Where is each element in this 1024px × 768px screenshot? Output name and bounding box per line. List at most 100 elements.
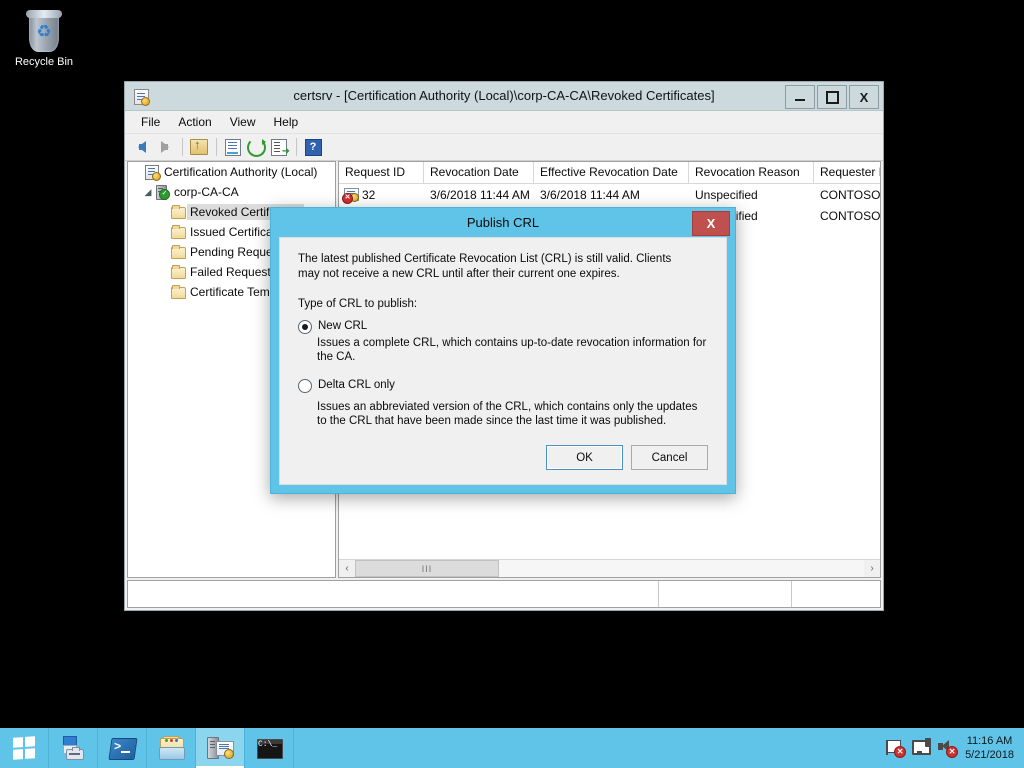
revoked-certificate-icon: ✕: [342, 187, 359, 204]
list-header: Request ID Revocation Date Effective Rev…: [339, 162, 880, 184]
window-titlebar[interactable]: certsrv - [Certification Authority (Loca…: [125, 82, 883, 111]
command-prompt-icon: C:\_: [255, 735, 283, 761]
status-pane-tertiary: [792, 581, 880, 607]
folder-icon: [170, 244, 186, 260]
column-header-requester-name[interactable]: Requester Name: [814, 162, 880, 183]
folder-icon: [170, 264, 186, 280]
tree-item-label: Failed Requests: [190, 265, 277, 279]
taskbar-server-manager[interactable]: [49, 728, 98, 768]
dialog-body: The latest published Certificate Revocat…: [279, 237, 727, 485]
maximize-button[interactable]: [817, 85, 847, 109]
radio-option-delta-crl[interactable]: Delta CRL only: [298, 378, 708, 393]
tree-item-label: Certification Authority (Local): [164, 165, 318, 179]
scroll-right-icon[interactable]: ›: [864, 560, 880, 577]
desktop-icon-recycle-bin[interactable]: ♻ Recycle Bin: [4, 8, 84, 69]
menu-action[interactable]: Action: [170, 112, 219, 132]
folder-icon: [170, 224, 186, 240]
properties-icon[interactable]: [222, 136, 244, 158]
ok-button[interactable]: OK: [546, 445, 623, 470]
taskbar-file-explorer[interactable]: [147, 728, 196, 768]
start-button[interactable]: [0, 728, 49, 768]
export-list-icon[interactable]: [268, 136, 290, 158]
menu-view[interactable]: View: [222, 112, 264, 132]
cell-revocation-date: 3/6/2018 11:44 AM: [430, 187, 530, 202]
cancel-button[interactable]: Cancel: [631, 445, 708, 470]
volume-muted-icon[interactable]: ✕: [935, 736, 959, 760]
taskbar-clock[interactable]: 11:16 AM 5/21/2018: [961, 734, 1016, 762]
publish-crl-dialog: Publish CRL X The latest published Certi…: [270, 207, 736, 494]
dialog-close-button[interactable]: X: [692, 211, 730, 236]
toolbar-separator: [216, 138, 217, 156]
forward-arrow-icon[interactable]: [154, 136, 176, 158]
network-icon[interactable]: [909, 736, 933, 760]
scroll-left-icon[interactable]: ‹: [339, 560, 355, 577]
cell-requester-name: CONTOSO\: [820, 187, 881, 202]
menu-bar: File Action View Help: [125, 111, 883, 134]
cell-text: 32: [362, 187, 376, 202]
taskbar-certsrv[interactable]: [196, 728, 245, 768]
screen: ♻ Recycle Bin certsrv - [Certification A…: [0, 0, 1024, 768]
folder-icon: [170, 204, 186, 220]
cell-revocation-reason: Unspecified: [695, 187, 758, 202]
radio-new-crl-label: New CRL: [318, 320, 368, 332]
tree-item-certification-authority-local[interactable]: Certification Authority (Local): [128, 162, 335, 182]
scrollbar-thumb[interactable]: III: [355, 560, 499, 577]
radio-option-new-crl[interactable]: New CRL: [298, 319, 708, 334]
taskbar-command-prompt[interactable]: C:\_: [245, 728, 294, 768]
status-bar: [127, 580, 881, 608]
refresh-icon[interactable]: [245, 136, 267, 158]
column-header-revocation-date[interactable]: Revocation Date: [424, 162, 534, 183]
dialog-button-row: OK Cancel: [538, 445, 708, 470]
dialog-title: Publish CRL: [466, 215, 540, 230]
recycle-bin-icon: ♻: [21, 8, 67, 54]
windows-logo-icon: [13, 736, 35, 760]
clock-time: 11:16 AM: [966, 735, 1013, 747]
horizontal-scrollbar[interactable]: ‹ III ›: [339, 559, 880, 577]
menu-help[interactable]: Help: [266, 112, 307, 132]
crl-type-group-label: Type of CRL to publish:: [298, 298, 418, 310]
column-header-revocation-reason[interactable]: Revocation Reason: [689, 162, 814, 183]
tree-expander-icon[interactable]: ◢: [142, 187, 154, 198]
clock-date: 5/21/2018: [965, 749, 1014, 761]
server-ca-icon: ✓: [154, 184, 170, 200]
folder-icon: [170, 284, 186, 300]
system-tray: ✕ ✕ 11:16 AM 5/21/2018: [883, 728, 1024, 768]
help-icon[interactable]: ?: [302, 136, 324, 158]
tree-item-corp-ca-ca[interactable]: ◢ ✓ corp-CA-CA: [128, 182, 335, 202]
taskbar: > C:\_ ✕ ✕ 11:16 AM 5/21/2018: [0, 728, 1024, 768]
radio-new-crl-input[interactable]: [298, 320, 312, 334]
status-pane-main: [128, 581, 659, 607]
toolbar-separator: [182, 138, 183, 156]
back-arrow-icon[interactable]: [131, 136, 153, 158]
window-title: certsrv - [Certification Authority (Loca…: [293, 88, 715, 103]
radio-delta-crl-label: Delta CRL only: [318, 379, 395, 391]
action-center-flag-icon[interactable]: ✕: [883, 736, 907, 760]
cell-requester-name: CONTOSO\: [820, 208, 881, 223]
radio-delta-crl-description: Issues an abbreviated version of the CRL…: [317, 401, 698, 427]
table-row[interactable]: ✕ 32 3/6/2018 11:44 AM 3/6/2018 11:44 AM…: [339, 184, 880, 205]
taskbar-powershell[interactable]: >: [98, 728, 147, 768]
powershell-icon: >: [108, 735, 138, 761]
window-controls: X: [783, 85, 879, 109]
close-button[interactable]: X: [849, 85, 879, 109]
certsrv-app-icon: [133, 88, 150, 106]
radio-delta-crl-input[interactable]: [298, 379, 312, 393]
menu-file[interactable]: File: [133, 112, 168, 132]
up-one-level-icon[interactable]: [188, 136, 210, 158]
scrollbar-track[interactable]: III: [355, 560, 864, 577]
status-pane-secondary: [659, 581, 792, 607]
minimize-button[interactable]: [785, 85, 815, 109]
dialog-titlebar[interactable]: Publish CRL X: [271, 208, 735, 237]
certsrv-icon: [206, 735, 234, 761]
column-header-request-id[interactable]: Request ID: [339, 162, 424, 183]
tree-item-label: corp-CA-CA: [174, 185, 239, 199]
ca-root-icon: [144, 164, 161, 181]
radio-new-crl-description: Issues a complete CRL, which contains up…: [317, 337, 707, 363]
toolbar: ?: [125, 134, 883, 161]
column-header-effective-revocation-date[interactable]: Effective Revocation Date: [534, 162, 689, 183]
file-explorer-icon: [157, 735, 185, 761]
server-manager-icon: [59, 735, 87, 761]
dialog-intro-text: The latest published Certificate Revocat…: [298, 253, 672, 280]
cell-effective-revocation-date: 3/6/2018 11:44 AM: [540, 187, 640, 202]
